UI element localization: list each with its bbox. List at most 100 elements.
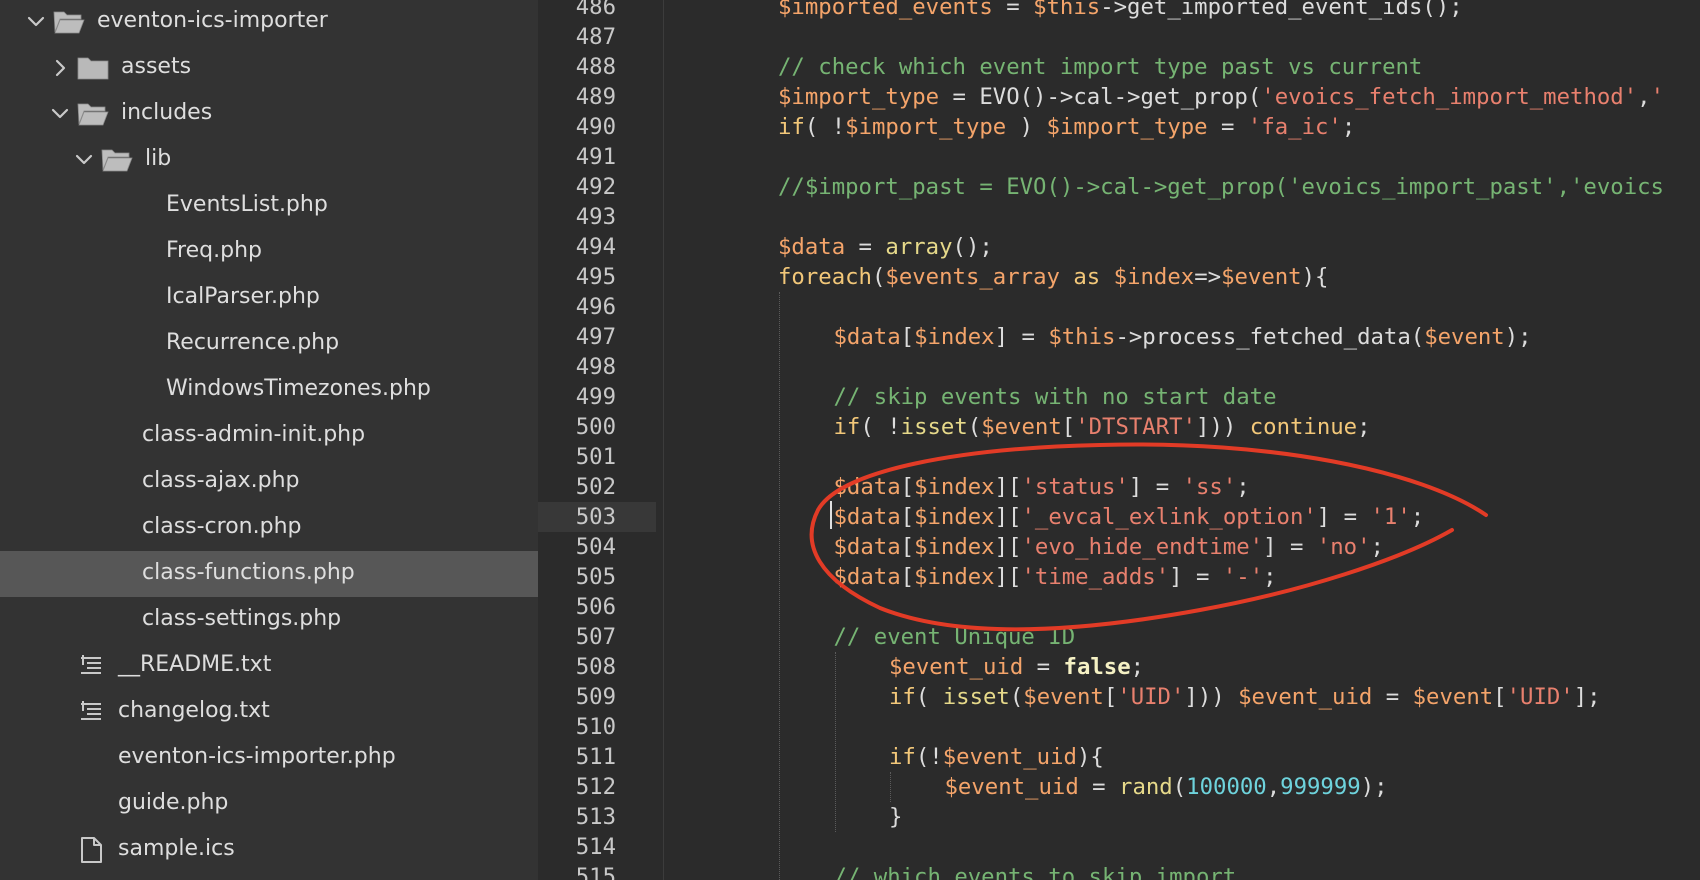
code-token-var: $index — [914, 564, 995, 590]
code-line[interactable]: if(!$event_uid){ — [889, 742, 1104, 772]
line-number: 486 — [575, 0, 616, 20]
code-line[interactable]: // which events to skip import — [834, 862, 1237, 880]
code-token-kw: foreach — [778, 264, 872, 290]
tree-file-row[interactable]: class-admin-init.php — [0, 413, 538, 459]
code-token-txt: => — [1194, 264, 1222, 290]
code-line[interactable]: if( isset($event['UID'])) $event_uid = $… — [889, 682, 1601, 712]
document-icon — [78, 836, 104, 870]
code-token-txt: ->process_fetched_data( — [1115, 324, 1425, 350]
line-number: 508 — [575, 654, 616, 680]
chevron-down-icon[interactable] — [72, 148, 96, 172]
tree-folder-row[interactable]: includes — [0, 91, 538, 137]
code-token-str: 'DTSTART' — [1075, 414, 1197, 440]
line-number: 488 — [575, 54, 616, 80]
code-line[interactable]: //$import_past = EVO()->cal->get_prop('e… — [778, 172, 1664, 202]
tree-file-row[interactable]: Freq.php — [0, 229, 538, 275]
code-token-var: $data — [833, 474, 901, 500]
line-number: 500 — [575, 414, 616, 440]
tree-file-row[interactable]: IcalParser.php — [0, 275, 538, 321]
code-token-txt: [ — [900, 474, 915, 500]
chevron-down-icon[interactable] — [24, 10, 48, 34]
code-line[interactable]: // event Unique ID — [834, 622, 1076, 652]
code-line[interactable]: } — [889, 802, 902, 832]
code-line[interactable]: $event_uid = false; — [889, 652, 1144, 682]
line-number: 493 — [575, 204, 616, 230]
code-token-txt: (! — [915, 744, 943, 770]
code-token-txt: ){ — [1301, 264, 1329, 290]
tree-file-row[interactable]: class-ajax.php — [0, 459, 538, 505]
tree-file-row[interactable]: changelog.txt — [0, 689, 538, 735]
code-token-txt: ( — [1009, 684, 1024, 710]
code-token-str: '-' — [1222, 564, 1264, 590]
line-number: 487 — [575, 24, 616, 50]
folder-icon — [76, 54, 110, 88]
code-token-txt: = — [1078, 774, 1120, 800]
code-token-var: $import_type — [778, 84, 940, 110]
code-line[interactable]: $data = array(); — [778, 232, 993, 262]
code-line[interactable]: if( !isset($event['DTSTART'])) continue; — [834, 412, 1371, 442]
tree-item-label: IcalParser.php — [166, 284, 320, 309]
tree-file-row[interactable]: Recurrence.php — [0, 321, 538, 367]
code-token-txt: ][ — [994, 474, 1022, 500]
code-line[interactable]: $data[$index]['status'] = 'ss'; — [834, 472, 1250, 502]
code-token-str: '1' — [1370, 504, 1411, 530]
tree-folder-row[interactable]: assets — [0, 45, 538, 91]
tree-item-label: includes — [121, 100, 213, 125]
code-editor[interactable]: 486 $imported_events = $this->get_importe… — [538, 0, 1700, 880]
tree-file-row[interactable]: class-functions.php — [0, 551, 538, 597]
code-token-txt: ); — [1504, 324, 1532, 350]
tree-file-row[interactable]: guide.php — [0, 781, 538, 827]
tree-file-row[interactable]: sample.ics — [0, 827, 538, 873]
code-token-str: 'fa_ic' — [1247, 114, 1342, 140]
code-token-var: $events_array — [885, 264, 1060, 290]
code-token-var: $data — [833, 534, 901, 560]
tree-item-label: eventon-ics-importer — [97, 8, 328, 33]
tree-folder-row[interactable]: eventon-ics-importer — [0, 0, 538, 45]
line-number: 506 — [575, 594, 616, 620]
tree-item-label: eventon-ics-importer.php — [118, 744, 396, 769]
code-line[interactable]: $import_type = EVO()->cal->get_prop('evo… — [778, 82, 1664, 112]
tree-file-row[interactable]: __README.txt — [0, 643, 538, 689]
code-line[interactable]: // check which event import type past vs… — [778, 52, 1422, 82]
line-number: 511 — [575, 744, 616, 770]
tree-file-row[interactable]: WindowsTimezones.php — [0, 367, 538, 413]
code-line[interactable]: if( !$import_type ) $import_type = 'fa_i… — [778, 112, 1355, 142]
code-token-var: $import_type — [1046, 114, 1208, 140]
code-token-kw: if — [889, 744, 916, 770]
text-lines-icon — [78, 652, 104, 684]
code-line[interactable]: $data[$index] = $this->process_fetched_d… — [834, 322, 1532, 352]
code-line[interactable]: // skip events with no start date — [834, 382, 1277, 412]
tree-file-row[interactable]: EventsList.php — [0, 183, 538, 229]
folder-open-icon — [100, 146, 134, 180]
code-line[interactable]: $event_uid = rand(100000,999999); — [945, 772, 1388, 802]
chevron-down-icon[interactable] — [48, 102, 72, 126]
code-line[interactable]: foreach($events_array as $index=>$event)… — [778, 262, 1328, 292]
line-number: 499 — [575, 384, 616, 410]
text-caret — [830, 501, 832, 529]
code-line[interactable]: $data[$index]['time_adds'] = '-'; — [834, 562, 1277, 592]
chevron-right-icon[interactable] — [48, 56, 72, 80]
code-token-num: 100000 — [1186, 774, 1267, 800]
indent-guide — [779, 292, 780, 880]
code-line[interactable]: $data[$index]['_evcal_exlink_option'] = … — [834, 502, 1425, 532]
line-number: 496 — [575, 294, 616, 320]
code-line[interactable]: $data[$index]['evo_hide_endtime'] = 'no'… — [834, 532, 1384, 562]
line-number: 507 — [575, 624, 616, 650]
line-number: 495 — [575, 264, 616, 290]
code-token-var: $data — [833, 324, 901, 350]
code-token-bool: false — [1063, 654, 1131, 680]
tree-file-row[interactable]: class-cron.php — [0, 505, 538, 551]
tree-file-row[interactable]: eventon-ics-importer.php — [0, 735, 538, 781]
code-token-txt: = EVO()->cal->get_prop( — [939, 84, 1262, 110]
code-line[interactable]: $imported_events = $this->get_imported_e… — [778, 0, 1463, 22]
code-token-cmt: // check which event import type past vs… — [778, 54, 1423, 80]
tree-item-label: Freq.php — [166, 238, 262, 263]
tree-file-row[interactable]: class-settings.php — [0, 597, 538, 643]
code-token-txt: ; — [1357, 414, 1371, 440]
code-token-txt: ( — [915, 684, 943, 710]
code-token-txt: ] = — [1169, 564, 1223, 590]
tree-folder-row[interactable]: lib — [0, 137, 538, 183]
line-number: 490 — [575, 114, 616, 140]
